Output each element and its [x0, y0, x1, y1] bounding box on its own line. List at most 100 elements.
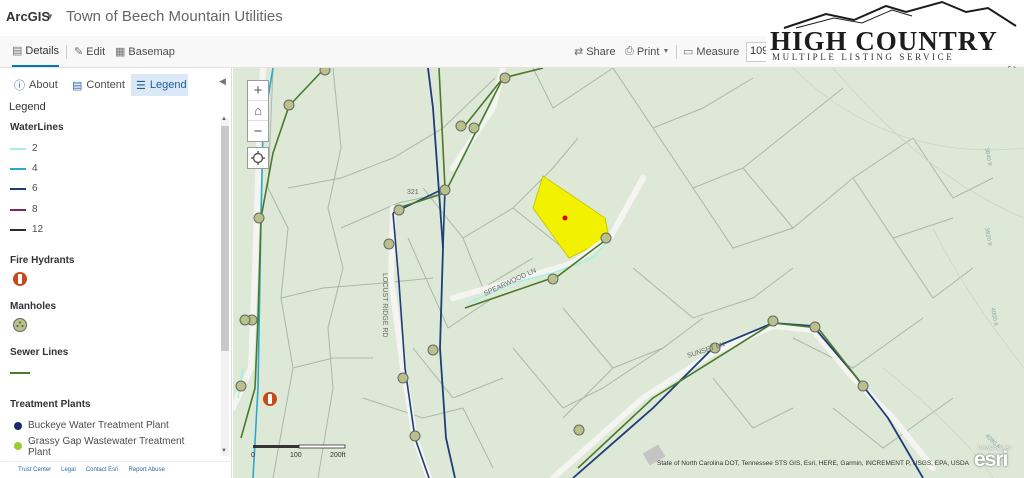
zoom-in-button[interactable]: + — [248, 81, 268, 101]
legend-sewer-title: Sewer Lines — [10, 347, 69, 358]
hydrant-marker[interactable] — [263, 392, 277, 406]
scroll-thumb[interactable] — [221, 126, 229, 351]
legend-item: 8 — [10, 204, 38, 215]
tab-about[interactable]: ⓘ About — [9, 74, 63, 96]
legend-item: 2 — [10, 143, 38, 154]
road-label: LOCUST RIDGE RD — [381, 273, 388, 337]
legend-list: WaterLines 2 4 6 8 12 Fire Hydrants Manh… — [0, 116, 232, 460]
footer-link[interactable]: Legal — [61, 467, 76, 473]
measure-button[interactable]: ▭ Measure — [683, 36, 739, 67]
footer-link[interactable]: Trust Center — [18, 467, 51, 473]
share-button[interactable]: ⇄ Share — [574, 36, 616, 67]
edit-button[interactable]: ✎ Edit — [74, 36, 105, 67]
map-canvas[interactable]: LOCUST RIDGE RD SPEARWOOD LN SUNSET LN 3… — [233, 68, 1024, 478]
scale-bar: 0 100 200ft — [251, 444, 346, 459]
pencil-icon: ✎ — [74, 46, 84, 58]
zoom-controls: + ⌂ − — [247, 80, 269, 142]
locate-button[interactable] — [247, 147, 269, 169]
tab-legend-label: Legend — [149, 79, 187, 91]
info-icon: ⓘ — [14, 80, 25, 92]
line-swatch-icon — [10, 208, 26, 211]
print-label: Print — [636, 45, 660, 58]
chevron-down-icon: ▼ — [662, 48, 670, 55]
legend-heading: Legend — [9, 101, 46, 113]
share-icon: ⇄ — [574, 46, 584, 58]
share-label: Share — [586, 45, 616, 58]
legend-item-label: 6 — [32, 183, 38, 194]
app-window: ArcGIS ▼ Town of Beech Mountain Utilitie… — [0, 0, 1024, 478]
legend-manholes-title: Manholes — [10, 301, 57, 312]
scroll-down-icon[interactable]: ▼ — [221, 448, 227, 454]
legend-item-label: Grassy Gap Wastewater Treatment Plant — [28, 436, 185, 458]
content-icon: ▤ — [72, 79, 83, 92]
legend-item: Buckeye Water Treatment Plant — [10, 420, 169, 431]
line-swatch-icon — [10, 147, 26, 150]
sewer-swatch-icon — [10, 372, 30, 374]
selected-point-icon[interactable] — [562, 215, 568, 221]
legend-item-label: 8 — [32, 204, 38, 215]
basemap-grid-icon: ▦ — [115, 46, 126, 58]
edit-label: Edit — [86, 45, 106, 58]
scale-label: 0 — [251, 452, 255, 459]
toolbar-divider — [676, 45, 677, 59]
map-attribution: State of North Carolina DOT, Tennessee S… — [657, 460, 969, 467]
scale-label: 200ft — [330, 452, 346, 459]
legend-item-label: 2 — [32, 143, 38, 154]
crosshair-icon — [251, 151, 265, 165]
print-button[interactable]: ⎙ Print ▼ — [625, 36, 669, 67]
plant-dot-icon — [14, 421, 22, 430]
tab-content-label: Content — [86, 79, 125, 91]
tab-content[interactable]: ▤ Content — [67, 74, 130, 96]
toolbar-divider — [66, 45, 67, 59]
panel-tabs: ⓘ About ▤ Content ☰ Legend — [0, 74, 232, 96]
route-label: 321 — [407, 189, 419, 196]
legend-item-label: 4 — [32, 163, 38, 174]
scroll-up-icon[interactable]: ▲ — [221, 116, 227, 122]
legend-item: 6 — [10, 183, 38, 194]
legend-hydrants-title: Fire Hydrants — [10, 255, 75, 266]
footer-link[interactable]: Contact Esri — [86, 467, 119, 473]
collapse-panel-icon[interactable]: ◀ — [219, 76, 226, 87]
zoom-out-button[interactable]: − — [248, 121, 268, 141]
details-icon: ▤ — [12, 45, 23, 57]
contour-label: 3920 ft — [983, 227, 992, 246]
roads — [233, 68, 936, 478]
legend-item-label: Buckeye Water Treatment Plant — [28, 420, 169, 431]
line-swatch-icon — [10, 228, 26, 231]
legend-waterlines-title: WaterLines — [10, 122, 64, 133]
printer-icon: ⎙ — [625, 45, 634, 57]
legend-scrollbar[interactable]: ▲ ▼ — [221, 116, 229, 456]
contour-lines — [792, 68, 1024, 478]
footer-link[interactable]: Report Abuse — [129, 467, 165, 473]
measure-label: Measure — [696, 45, 740, 58]
legend-item: 12 — [10, 224, 43, 235]
map-title: Town of Beech Mountain Utilities — [66, 8, 283, 25]
legend-item: Grassy Gap Wastewater Treatment Plant — [10, 436, 188, 458]
legend-plants-title: Treatment Plants — [10, 399, 91, 410]
scale-label: 100 — [290, 452, 302, 459]
line-swatch-icon — [10, 167, 26, 170]
ruler-icon: ▭ — [683, 46, 694, 58]
brand-menu-caret-icon[interactable]: ▼ — [46, 12, 54, 21]
tab-legend[interactable]: ☰ Legend — [131, 74, 188, 96]
details-label: Details — [25, 44, 60, 57]
water-lines — [237, 68, 924, 478]
plant-dot-icon — [14, 442, 22, 450]
logo-subtitle: MULTIPLE LISTING SERVICE — [772, 52, 955, 62]
manholes — [235, 68, 869, 442]
esri-logo[interactable]: esri — [974, 448, 1008, 472]
legend-item-label: 12 — [32, 224, 44, 235]
legend-item: 4 — [10, 163, 38, 174]
arcgis-brand[interactable]: ArcGIS — [6, 9, 50, 24]
map-view[interactable]: LOCUST RIDGE RD SPEARWOOD LN SUNSET LN 3… — [233, 68, 1024, 478]
details-button[interactable]: ▤ Details — [12, 36, 60, 67]
mls-logo: HIGH COUNTRY MULTIPLE LISTING SERVICE — [766, 0, 1024, 64]
home-button[interactable]: ⌂ — [248, 101, 268, 121]
basemap-button[interactable]: ▦ Basemap — [115, 36, 175, 67]
basemap-label: Basemap — [128, 45, 175, 58]
home-icon: ⌂ — [254, 103, 262, 118]
panel-footer: Trust Center Legal Contact Esri Report A… — [0, 461, 232, 478]
hydrant-icon — [13, 272, 27, 286]
legend-list-icon: ☰ — [136, 79, 146, 92]
line-swatch-icon — [10, 187, 26, 190]
